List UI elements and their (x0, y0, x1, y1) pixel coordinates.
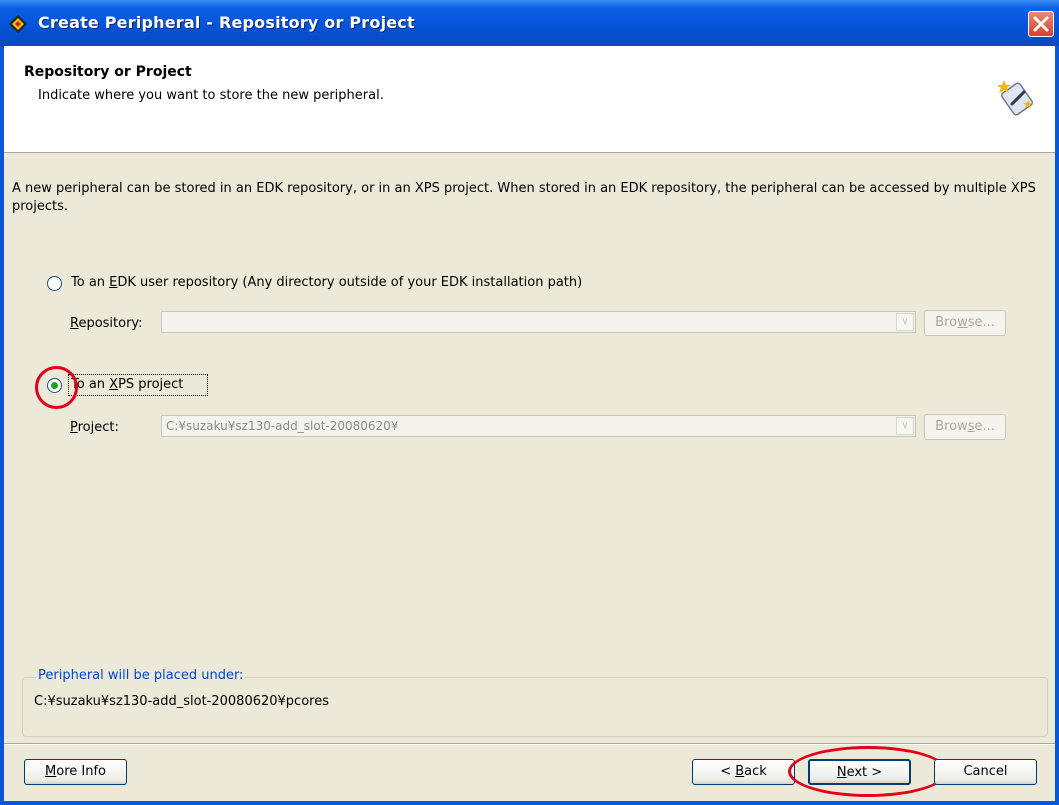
dropdown-arrow-icon[interactable]: ∨ (896, 417, 914, 435)
xps-project-radio-label[interactable]: To an XPS project (71, 377, 183, 392)
page-subtitle: Indicate where you want to store the new… (38, 88, 384, 103)
description-text: A new peripheral can be stored in an EDK… (12, 181, 1036, 214)
repository-combobox[interactable]: ∨ (161, 311, 916, 333)
page-title: Repository or Project (24, 64, 192, 80)
more-info-button[interactable]: More Info (24, 759, 127, 785)
dialog-window: Create Peripheral - Repository or Projec… (0, 0, 1059, 805)
close-icon (1033, 16, 1049, 32)
footer-separator (4, 743, 1055, 745)
annotation-circle-radio (35, 366, 78, 409)
wizard-header: Repository or Project Indicate where you… (4, 46, 1055, 153)
project-value: C:¥suzaku¥sz130-add_slot-20080620¥ (166, 419, 399, 433)
close-button[interactable] (1028, 11, 1054, 37)
wizard-icon (997, 80, 1034, 116)
project-combobox[interactable]: C:¥suzaku¥sz130-add_slot-20080620¥ ∨ (161, 415, 916, 437)
dialog-client: Repository or Project Indicate where you… (4, 46, 1055, 801)
edk-repository-radio-label[interactable]: To an EDK user repository (Any directory… (71, 275, 582, 290)
repository-browse-button[interactable]: Browse... (924, 310, 1006, 336)
project-browse-button[interactable]: Browse... (924, 414, 1006, 440)
repository-field-label: Repository: (70, 316, 143, 331)
project-field-label: Project: (70, 420, 119, 435)
placement-path: C:¥suzaku¥sz130-add_slot-20080620¥pcores (34, 694, 329, 709)
edk-repository-radio[interactable] (47, 276, 62, 291)
window-title: Create Peripheral - Repository or Projec… (38, 13, 415, 32)
app-logo-icon (9, 15, 27, 33)
cancel-button[interactable]: Cancel (934, 759, 1037, 785)
annotation-circle-next (788, 746, 948, 797)
back-button[interactable]: < Back (692, 759, 795, 785)
placement-legend: Peripheral will be placed under: (36, 668, 246, 683)
dropdown-arrow-icon[interactable]: ∨ (896, 313, 914, 331)
title-bar[interactable]: Create Peripheral - Repository or Projec… (0, 0, 1059, 46)
